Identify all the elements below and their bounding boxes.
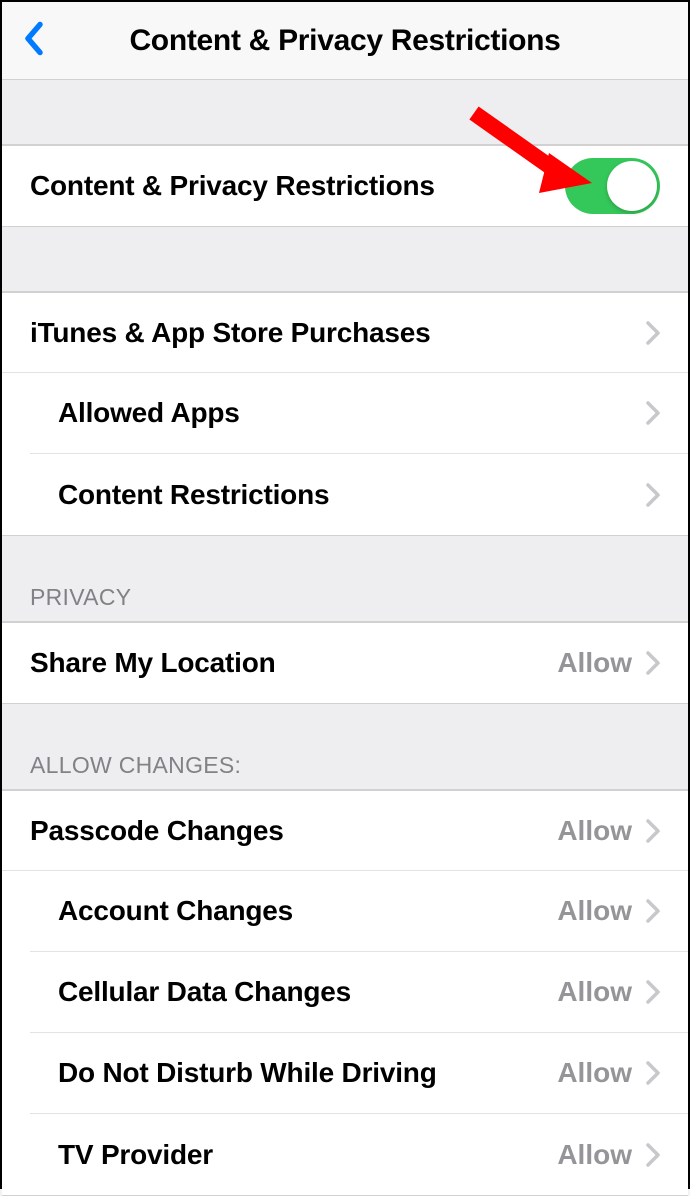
allow-changes-section-header-wrap: ALLOW CHANGES: (2, 704, 688, 789)
section-gap (2, 80, 688, 144)
main-group: iTunes & App Store Purchases Allowed App… (2, 291, 688, 536)
chevron-right-icon (646, 483, 660, 507)
chevron-right-icon (646, 321, 660, 345)
row-label: TV Provider (58, 1139, 213, 1171)
row-value: Allow (557, 647, 632, 679)
chevron-right-icon (646, 651, 660, 675)
row-right (646, 321, 660, 345)
cellular-data-changes-row[interactable]: Cellular Data Changes Allow (30, 952, 688, 1033)
chevron-right-icon (646, 1061, 660, 1085)
row-label: Allowed Apps (58, 397, 240, 429)
back-button[interactable] (16, 13, 52, 68)
row-label: Account Changes (58, 895, 293, 927)
row-right: Allow (557, 895, 660, 927)
row-right (646, 483, 660, 507)
page-title: Content & Privacy Restrictions (2, 24, 688, 58)
allow-changes-group: Passcode Changes Allow Account Changes A… (2, 789, 688, 1196)
chevron-left-icon (24, 21, 44, 55)
row-right: Allow (557, 815, 660, 847)
row-value: Allow (557, 1057, 632, 1089)
row-label: iTunes & App Store Purchases (30, 317, 431, 349)
row-label: Cellular Data Changes (58, 976, 351, 1008)
row-value: Allow (557, 1139, 632, 1171)
chevron-right-icon (646, 980, 660, 1004)
itunes-app-store-row[interactable]: iTunes & App Store Purchases (2, 292, 688, 373)
row-label: Do Not Disturb While Driving (58, 1057, 437, 1089)
content-restrictions-row[interactable]: Content Restrictions (30, 454, 688, 535)
row-right: Allow (557, 1057, 660, 1089)
chevron-right-icon (646, 401, 660, 425)
row-value: Allow (557, 815, 632, 847)
row-label: Share My Location (30, 647, 276, 679)
row-value: Allow (557, 976, 632, 1008)
chevron-right-icon (646, 899, 660, 923)
row-right: Allow (557, 647, 660, 679)
section-header: ALLOW CHANGES: (30, 752, 660, 779)
row-right (646, 401, 660, 425)
do-not-disturb-driving-row[interactable]: Do Not Disturb While Driving Allow (30, 1033, 688, 1114)
passcode-changes-row[interactable]: Passcode Changes Allow (2, 790, 688, 871)
row-right: Allow (557, 1139, 660, 1171)
row-value: Allow (557, 895, 632, 927)
row-label: Content & Privacy Restrictions (30, 170, 435, 202)
section-header: PRIVACY (30, 584, 660, 611)
chevron-right-icon (646, 819, 660, 843)
privacy-group: Share My Location Allow (2, 621, 688, 704)
tv-provider-row[interactable]: TV Provider Allow (30, 1114, 688, 1195)
content-privacy-restrictions-row: Content & Privacy Restrictions (2, 145, 688, 226)
row-label: Content Restrictions (58, 479, 329, 511)
toggle-group: Content & Privacy Restrictions (2, 144, 688, 227)
content-privacy-toggle[interactable] (565, 158, 660, 214)
allowed-apps-row[interactable]: Allowed Apps (30, 373, 688, 454)
row-label: Passcode Changes (30, 815, 284, 847)
section-gap (2, 227, 688, 291)
share-my-location-row[interactable]: Share My Location Allow (2, 622, 688, 703)
chevron-right-icon (646, 1143, 660, 1167)
account-changes-row[interactable]: Account Changes Allow (30, 871, 688, 952)
header-bar: Content & Privacy Restrictions (2, 2, 688, 80)
privacy-section-header-wrap: PRIVACY (2, 536, 688, 621)
toggle-knob (607, 161, 657, 211)
row-right: Allow (557, 976, 660, 1008)
